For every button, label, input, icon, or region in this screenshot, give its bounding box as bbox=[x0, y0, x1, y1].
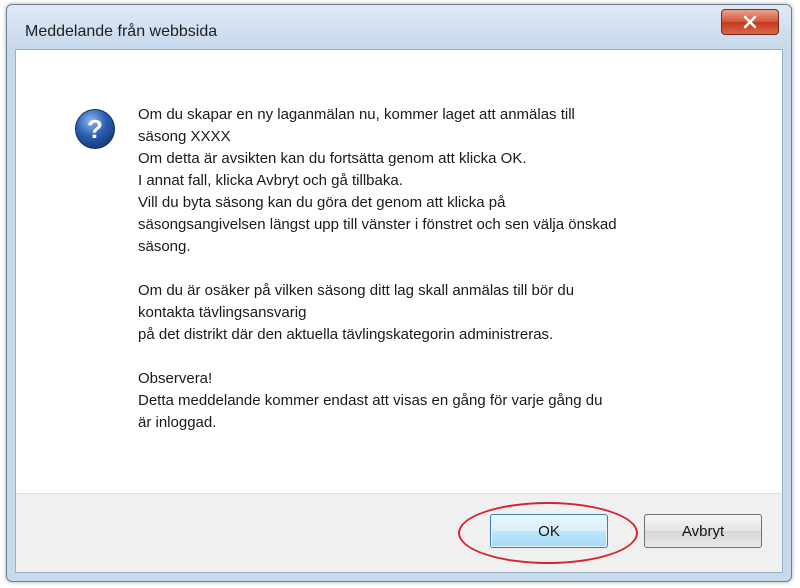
message-line: Om du skapar en ny laganmälan nu, kommer… bbox=[138, 106, 575, 123]
close-icon bbox=[743, 15, 757, 29]
message-line: kontakta tävlingsansvarig bbox=[138, 304, 307, 321]
svg-text:?: ? bbox=[87, 114, 103, 144]
message-line: Om detta är avsikten kan du fortsätta ge… bbox=[138, 150, 527, 167]
question-icon: ? bbox=[75, 109, 115, 149]
ok-button[interactable]: OK bbox=[490, 514, 608, 548]
cancel-button[interactable]: Avbryt bbox=[644, 514, 762, 548]
title-bar[interactable]: Meddelande från webbsida bbox=[7, 5, 791, 51]
message-line: Om du är osäker på vilken säsong ditt la… bbox=[138, 282, 575, 299]
message-line: säsongsangivelsen längst upp till vänste… bbox=[138, 216, 617, 233]
dialog-title: Meddelande från webbsida bbox=[25, 23, 218, 40]
close-button[interactable] bbox=[721, 9, 779, 35]
message-line: Vill du byta säsong kan du göra det geno… bbox=[138, 194, 506, 211]
message-line: Observera! bbox=[138, 370, 213, 387]
message-dialog: Meddelande från webbsida ? Om du skapar … bbox=[6, 4, 792, 582]
button-bar: OK Avbryt bbox=[16, 493, 782, 572]
message-line: på det distrikt där den aktuella tävling… bbox=[138, 326, 554, 343]
message-line: säsong. bbox=[138, 238, 191, 255]
message-line: I annat fall, klicka Avbryt och gå tillb… bbox=[138, 172, 403, 189]
dialog-content: ? Om du skapar en ny laganmälan nu, komm… bbox=[15, 49, 783, 573]
message-line: Detta meddelande kommer endast att visas… bbox=[138, 392, 603, 409]
message-line: är inloggad. bbox=[138, 414, 217, 431]
message-text: Om du skapar en ny laganmälan nu, kommer… bbox=[138, 104, 758, 434]
message-line: säsong XXXX bbox=[138, 128, 231, 145]
